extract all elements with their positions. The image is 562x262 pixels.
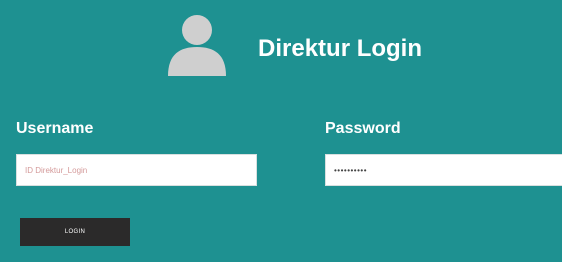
username-input[interactable] xyxy=(16,154,257,186)
login-header: Direktur Login xyxy=(165,14,465,76)
password-label: Password xyxy=(325,120,401,137)
login-button[interactable]: LOGIN xyxy=(20,218,130,246)
login-panel: Direktur Login Username Password LOGIN xyxy=(0,0,562,262)
user-avatar-icon xyxy=(168,15,226,76)
password-input[interactable] xyxy=(325,154,562,186)
page-title: Direktur Login xyxy=(258,35,423,62)
username-label: Username xyxy=(16,120,94,137)
